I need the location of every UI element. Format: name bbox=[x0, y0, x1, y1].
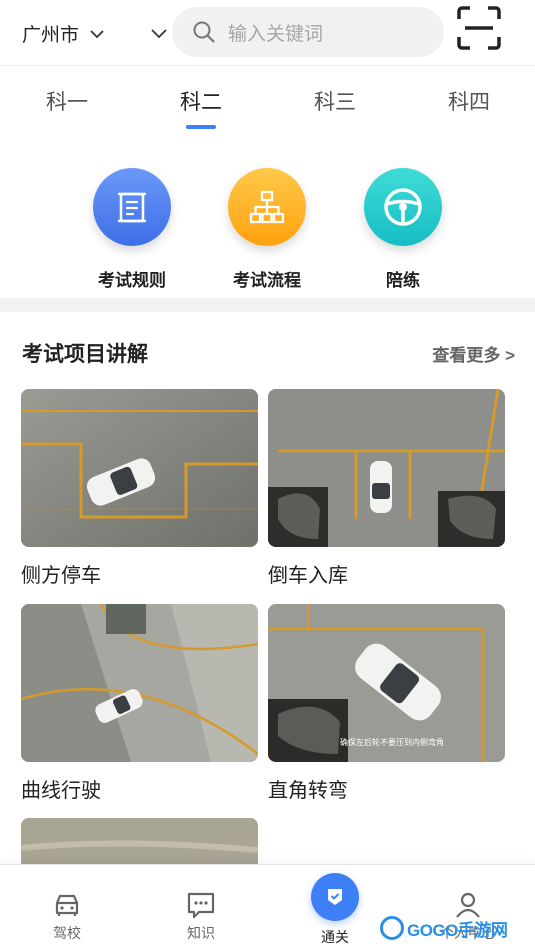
card-caption: 曲线行驶 bbox=[21, 780, 101, 802]
city-selector[interactable]: 广州市 bbox=[22, 20, 105, 47]
nav-pass[interactable]: 通关 bbox=[285, 865, 385, 951]
flowchart-icon bbox=[228, 168, 306, 246]
tab-subject-4[interactable]: 科四 bbox=[429, 86, 509, 116]
chevron-down-icon[interactable] bbox=[150, 24, 168, 42]
quick-entries: 考试规则 考试流程 陪练 bbox=[0, 150, 535, 298]
video-thumbnail bbox=[21, 389, 258, 547]
nav-knowledge[interactable]: 知识 bbox=[151, 865, 251, 951]
check-badge-icon bbox=[311, 873, 359, 921]
entry-label: 考试规则 bbox=[98, 271, 166, 290]
entry-label: 考试流程 bbox=[233, 271, 301, 290]
search-placeholder: 输入关键词 bbox=[228, 23, 324, 45]
search-input[interactable]: 输入关键词 bbox=[172, 7, 444, 57]
video-thumbnail bbox=[268, 389, 505, 547]
search-icon bbox=[193, 21, 215, 43]
video-thumbnail: 确保左后轮不要压到内侧弯角 bbox=[268, 604, 505, 762]
watermark: GOGO手游网 bbox=[380, 915, 508, 941]
steering-wheel-icon bbox=[364, 168, 442, 246]
chevron-down-icon bbox=[90, 29, 104, 38]
nav-label: 驾校 bbox=[53, 925, 81, 941]
active-tab-indicator bbox=[186, 125, 216, 129]
card-parallel-parking[interactable]: 侧方停车 bbox=[21, 389, 258, 588]
video-thumbnail bbox=[21, 818, 258, 864]
card-caption: 直角转弯 bbox=[268, 780, 348, 802]
subject-tabs: 科一 科二 科三 科四 bbox=[0, 70, 535, 140]
card-next-item[interactable] bbox=[21, 818, 258, 864]
chat-icon bbox=[187, 892, 215, 919]
card-caption: 倒车入库 bbox=[268, 565, 348, 587]
entry-label: 陪练 bbox=[386, 271, 420, 290]
car-icon bbox=[55, 894, 79, 916]
card-reverse-parking[interactable]: 倒车入库 bbox=[268, 389, 505, 588]
section-title: 考试项目讲解 bbox=[22, 343, 148, 366]
tab-subject-1[interactable]: 科一 bbox=[27, 86, 107, 116]
city-label: 广州市 bbox=[22, 25, 80, 46]
watermark-logo-icon bbox=[380, 916, 404, 940]
tab-subject-3[interactable]: 科三 bbox=[295, 86, 375, 116]
watermark-text: GOGO手游网 bbox=[407, 920, 508, 940]
card-caption: 侧方停车 bbox=[21, 565, 101, 587]
tab-subject-2[interactable]: 科二 bbox=[161, 86, 241, 116]
video-thumbnail bbox=[21, 604, 258, 762]
nav-driving-school[interactable]: 驾校 bbox=[17, 865, 117, 951]
nav-label: 知识 bbox=[187, 925, 215, 941]
entry-exam-rules[interactable]: 考试规则 bbox=[72, 168, 192, 291]
see-more-link[interactable]: 查看更多 > bbox=[432, 341, 515, 366]
entry-exam-process[interactable]: 考试流程 bbox=[207, 168, 327, 291]
entry-practice[interactable]: 陪练 bbox=[343, 168, 463, 291]
scroll-icon bbox=[93, 168, 171, 246]
nav-label: 通关 bbox=[321, 929, 349, 945]
video-subtitle: 确保左后轮不要压到内侧弯角 bbox=[340, 738, 444, 747]
section-divider bbox=[0, 298, 535, 312]
top-bar: 广州市 输入关键词 bbox=[0, 0, 535, 66]
card-curve-driving[interactable]: 曲线行驶 bbox=[21, 604, 258, 803]
card-right-angle-turn[interactable]: 确保左后轮不要压到内侧弯角 直角转弯 bbox=[268, 604, 505, 803]
scan-icon[interactable] bbox=[456, 5, 502, 51]
